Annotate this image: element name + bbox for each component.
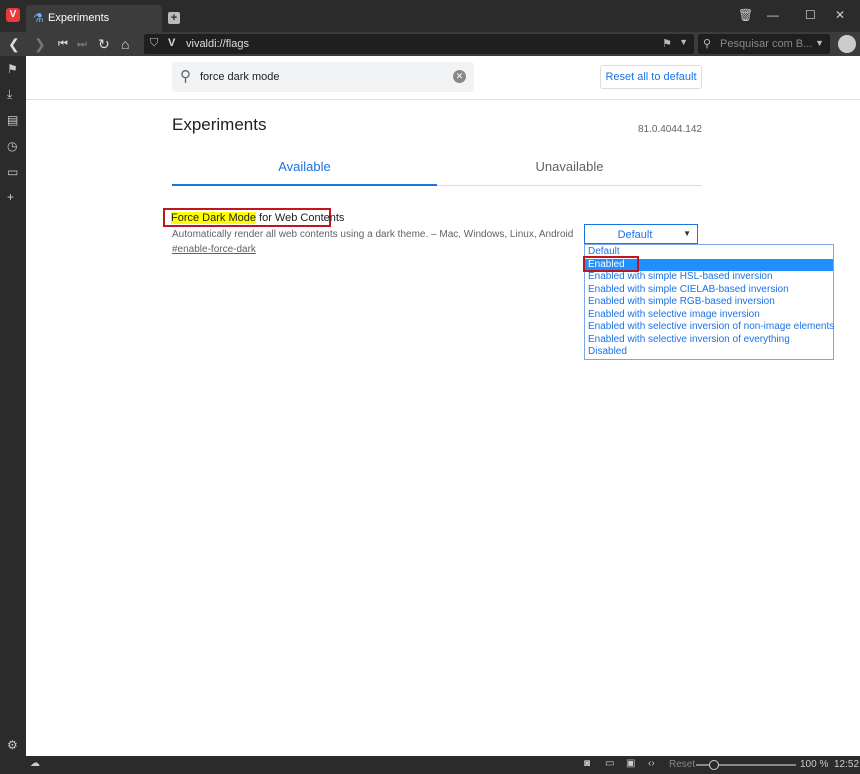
option-cielab-inversion[interactable]: Enabled with simple CIELAB-based inversi… — [585, 284, 833, 297]
experiment-select[interactable]: Default ▼ — [584, 224, 698, 244]
reload-icon[interactable]: ↻ — [98, 35, 110, 53]
option-hsl-inversion[interactable]: Enabled with simple HSL-based inversion — [585, 271, 833, 284]
flask-icon: ⚗ — [33, 11, 44, 25]
trash-icon[interactable]: 🗑 — [738, 8, 753, 22]
option-selective-everything-inversion[interactable]: Enabled with selective inversion of ever… — [585, 334, 833, 347]
chevron-down-icon[interactable]: ▼ — [815, 38, 824, 48]
address-url: vivaldi://flags — [186, 38, 249, 50]
flags-search-input[interactable]: ⚲ force dark mode ✕ — [172, 62, 474, 92]
search-icon: ⚲ — [180, 68, 191, 85]
enabled-annotation-box — [583, 256, 639, 272]
window-panel-icon[interactable]: ▭ — [7, 165, 18, 179]
forward-icon[interactable]: ❯ — [34, 35, 46, 53]
experiment-title-rest: for Web Contents — [255, 212, 345, 224]
bookmarks-icon[interactable]: ⚑ — [7, 62, 18, 76]
rewind-icon[interactable]: ⏮ — [58, 35, 68, 53]
search-query: force dark mode — [200, 71, 280, 83]
add-panel-icon[interactable]: + — [7, 190, 14, 204]
option-disabled[interactable]: Disabled — [585, 346, 833, 359]
image-icon[interactable]: ▣ — [626, 758, 635, 769]
cloud-sync-icon[interactable]: ☁ — [30, 758, 40, 769]
flags-header: ⚲ force dark mode ✕ Reset all to default — [26, 56, 860, 100]
search-icon: ⚲ — [703, 38, 712, 50]
clear-search-icon[interactable]: ✕ — [453, 70, 466, 83]
experiment-link[interactable]: #enable-force-dark — [172, 244, 256, 255]
downloads-icon[interactable]: ⤓ — [7, 87, 12, 102]
home-icon[interactable]: ⌂ — [121, 35, 129, 53]
avatar[interactable] — [838, 35, 856, 53]
navigation-bar: ❮ ❯ ⏮ ⏭ ↻ ⌂ ⛉ V vivaldi://flags ⚑ ▼ ⚲ Pe… — [0, 32, 860, 56]
zoom-level: 100 % — [800, 759, 829, 770]
history-icon[interactable]: ◷ — [7, 139, 17, 153]
experiment-title: Force Dark Mode for Web Contents — [163, 208, 344, 227]
version-label: 81.0.4044.142 — [638, 124, 702, 135]
new-tab-button[interactable]: + — [168, 12, 180, 24]
search-placeholder: Pesquisar com B... — [720, 38, 813, 50]
option-rgb-inversion[interactable]: Enabled with simple RGB-based inversion — [585, 296, 833, 309]
tab-title: Experiments — [48, 12, 110, 24]
maximize-button[interactable]: ☐ — [805, 8, 816, 22]
select-dropdown: Default Enabled Enabled with simple HSL-… — [583, 244, 834, 360]
option-selective-image-inversion[interactable]: Enabled with selective image inversion — [585, 309, 833, 322]
notes-icon[interactable]: ▤ — [7, 113, 18, 127]
experiment-title-highlight: Force Dark Mode — [171, 212, 256, 224]
window-icon[interactable]: ▭ — [605, 758, 614, 769]
reset-zoom[interactable]: Reset — [669, 759, 695, 770]
settings-gear-icon[interactable]: ⚙ — [7, 738, 18, 752]
status-bar: ☁ ◙ ▭ ▣ ‹› Reset 100 % 12:52 — [0, 756, 860, 774]
fast-forward-icon[interactable]: ⏭ — [77, 35, 87, 53]
side-panel: ⚑ ⤓ ▤ ◷ ▭ + ⚙ — [0, 56, 26, 756]
bookmark-icon[interactable]: ⚑ — [662, 37, 672, 50]
vivaldi-icon: V — [168, 37, 176, 49]
option-selective-non-image-inversion[interactable]: Enabled with selective inversion of non-… — [585, 321, 834, 334]
chevron-down-icon[interactable]: ▼ — [679, 37, 688, 47]
reset-all-button[interactable]: Reset all to default — [600, 65, 702, 89]
title-bar: V ⚗ Experiments + 🗑 — ☐ ✕ — [0, 0, 860, 32]
page-content: ⚲ force dark mode ✕ Reset all to default… — [26, 56, 860, 756]
minimize-button[interactable]: — — [767, 8, 779, 22]
zoom-slider[interactable] — [696, 760, 796, 770]
back-icon[interactable]: ❮ — [8, 35, 20, 53]
select-value: Default — [617, 229, 653, 241]
page-title: Experiments — [172, 115, 267, 134]
tab-bar: Available Unavailable — [172, 156, 702, 186]
tab-available[interactable]: Available — [172, 156, 437, 186]
zoom-slider-handle[interactable] — [709, 760, 719, 770]
vivaldi-menu-icon[interactable]: V — [6, 8, 20, 22]
address-bar[interactable]: ⛉ V vivaldi://flags ⚑ ▼ — [144, 34, 694, 54]
code-icon[interactable]: ‹› — [648, 758, 655, 769]
clock: 12:52 — [834, 759, 860, 770]
camera-icon[interactable]: ◙ — [584, 758, 590, 769]
tab-unavailable[interactable]: Unavailable — [437, 156, 702, 186]
experiment-description: Automatically render all web contents us… — [172, 229, 574, 240]
close-button[interactable]: ✕ — [835, 8, 845, 22]
caret-down-icon: ▼ — [683, 229, 691, 238]
search-field[interactable]: ⚲ Pesquisar com B... ▼ — [698, 34, 830, 54]
shield-icon[interactable]: ⛉ — [150, 37, 158, 50]
tab-experiments[interactable]: ⚗ Experiments — [26, 5, 162, 32]
